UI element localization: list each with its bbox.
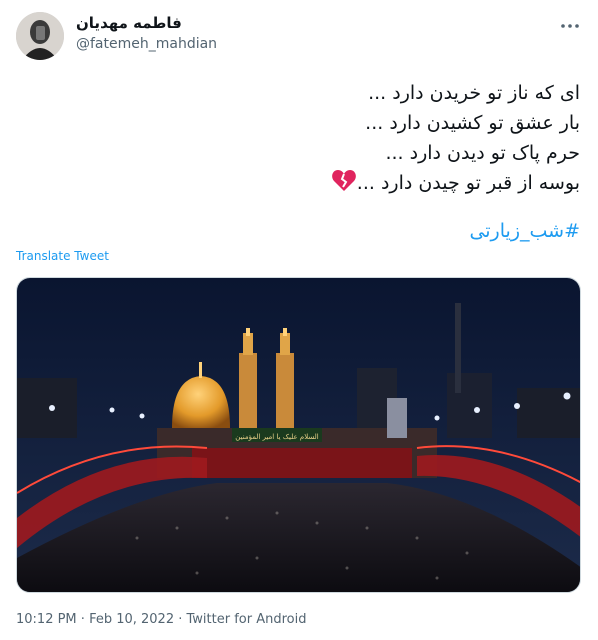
shrine-night-image: السلام علیک یا امیر المؤمنین [17,278,580,592]
banner-text: السلام علیک یا امیر المؤمنین [235,433,318,441]
tweet-line: حرم پاک تو دیدن دارد ... [385,142,580,164]
tweet-line: بوسه از قبر تو چیدن دارد ... [356,172,580,194]
avatar[interactable] [16,12,64,60]
tweet-date[interactable]: Feb 10, 2022 [89,612,174,627]
tweet-photo[interactable]: السلام علیک یا امیر المؤمنین [16,277,581,593]
tweet-line: ای که ناز تو خریدن دارد ... [368,82,580,104]
translate-tweet-link[interactable]: Translate Tweet [16,249,109,263]
more-options-icon[interactable] [558,14,582,38]
tweet-time[interactable]: 10:12 PM [16,612,77,627]
hashtag-link[interactable]: #شب_زیارتی [469,220,580,242]
broken-heart-icon [331,169,357,202]
separator: · [174,612,187,627]
tweet-line-with-emoji: بوسه از قبر تو چیدن دارد ... [20,168,580,202]
avatar-image [16,12,64,60]
separator: · [76,612,90,627]
author-handle[interactable]: @fatemeh_mahdian [76,36,217,52]
author-display-name[interactable]: فاطمه مهدیان [76,14,182,32]
tweet-text: ای که ناز تو خریدن دارد ... بار عشق تو ک… [20,78,580,202]
tweet-line: بار عشق تو کشیدن دارد ... [365,112,580,134]
tweet-source[interactable]: Twitter for Android [187,612,307,627]
tweet-metadata: 10:12 PM · Feb 10, 2022 · Twitter for An… [16,612,307,627]
